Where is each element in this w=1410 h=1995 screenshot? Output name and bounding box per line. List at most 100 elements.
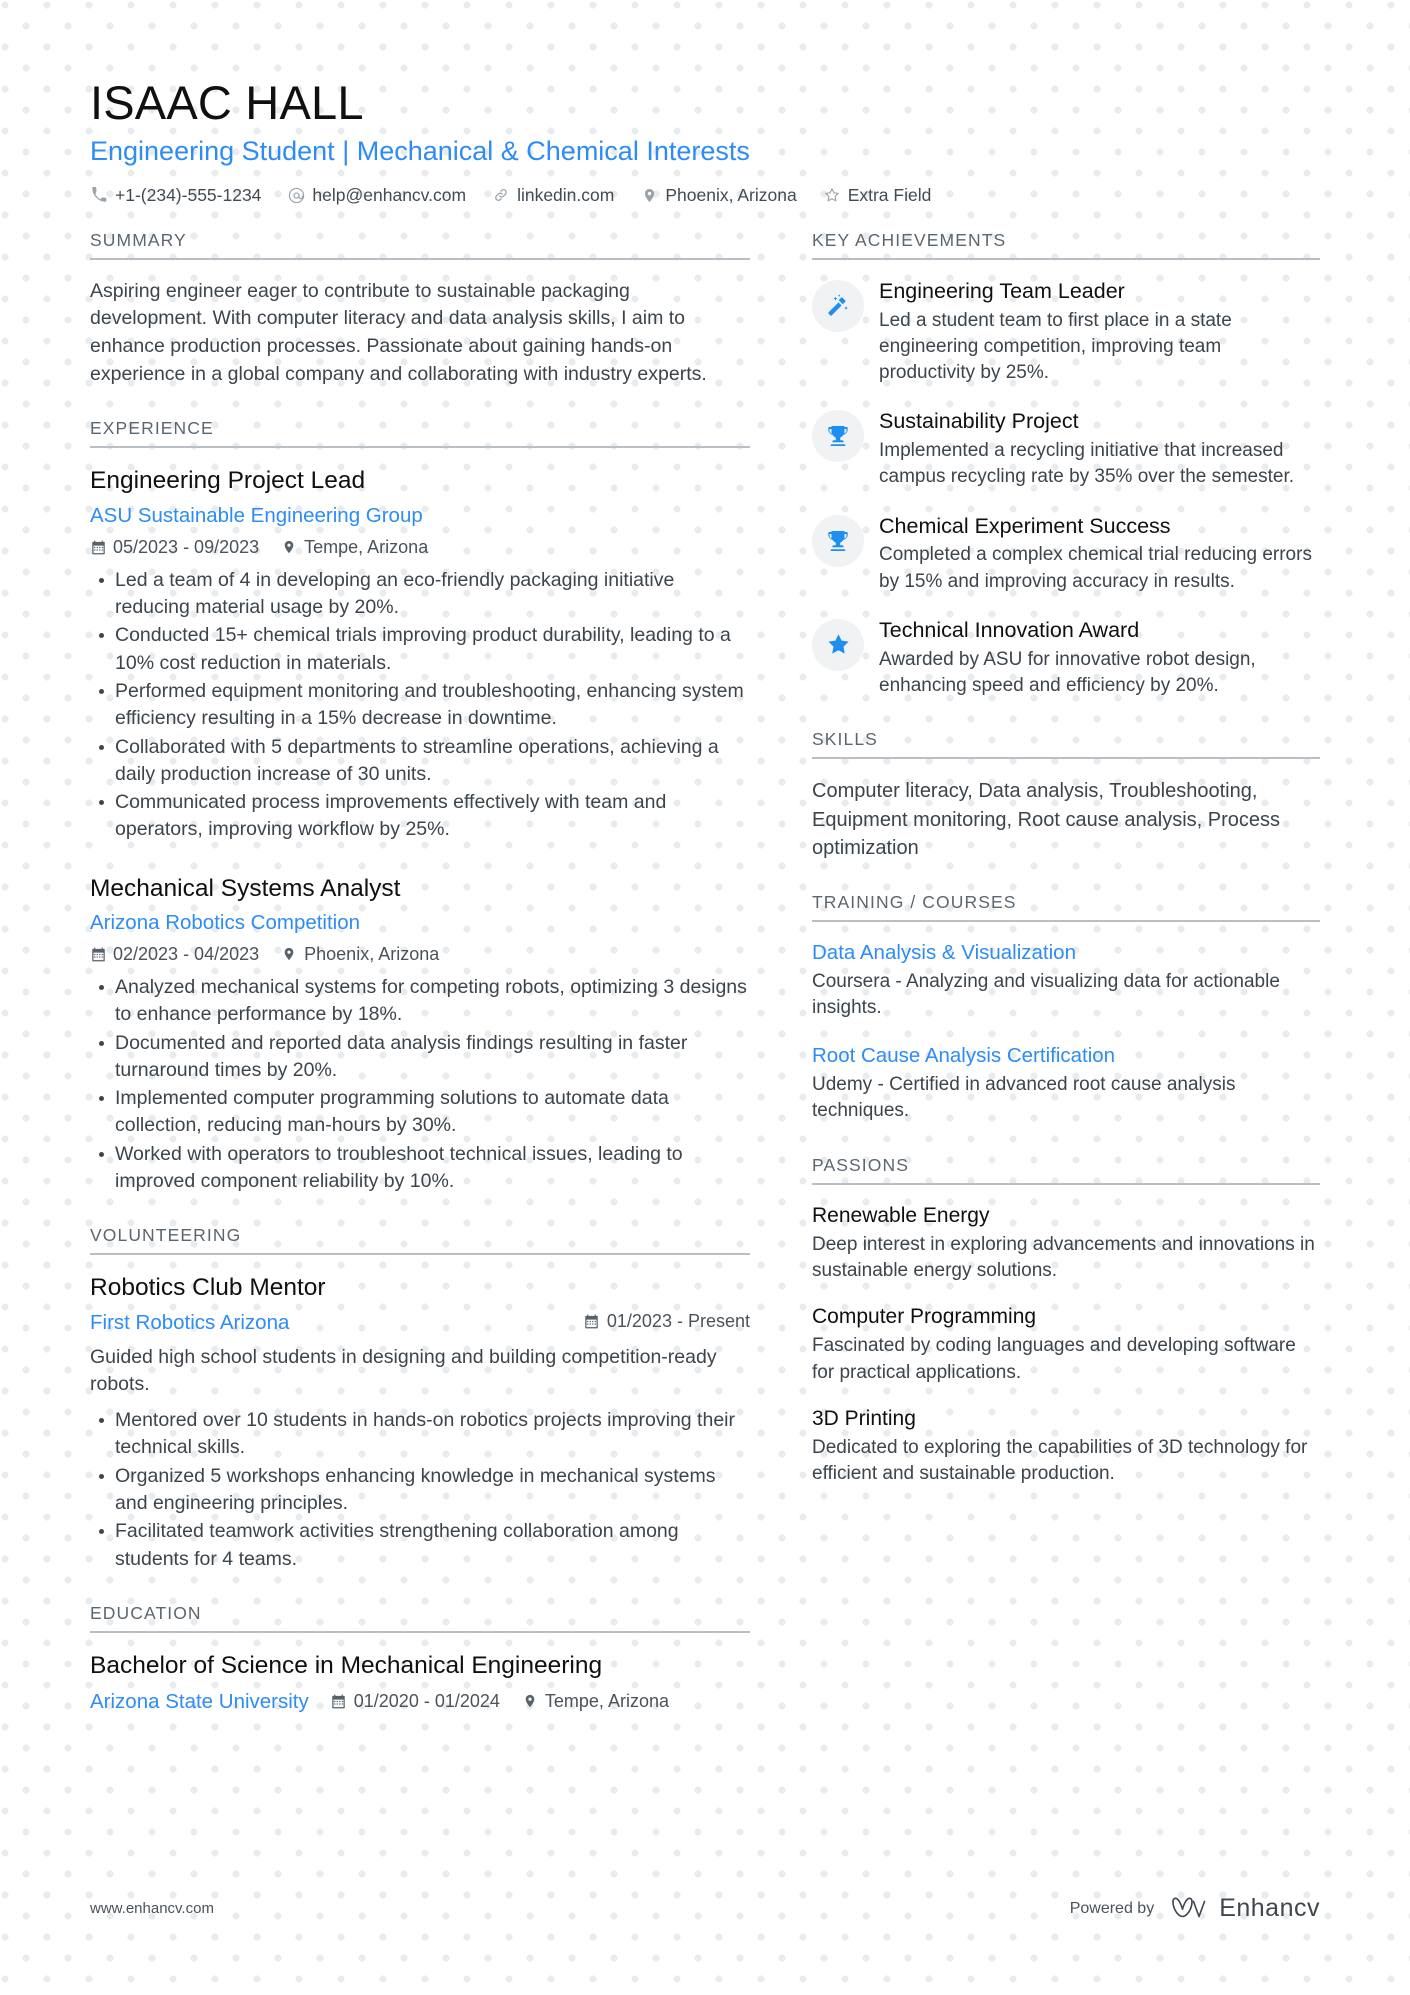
volunteering-dates-text: 01/2023 - Present (606, 1310, 750, 1331)
education-location: Tempe, Arizona (522, 1691, 669, 1712)
achievement-text: Implemented a recycling initiative that … (879, 440, 1295, 488)
enhancv-wordmark: Enhancv (1219, 1894, 1320, 1922)
summary-text: Aspiring engineer eager to contribute to… (90, 279, 707, 385)
bullet-item: Facilitated teamwork activities strength… (90, 1518, 750, 1573)
contact-extra-field[interactable]: Extra Field (823, 184, 932, 206)
achievement-text: Awarded by ASU for innovative robot desi… (879, 648, 1256, 696)
phone-icon (90, 186, 108, 204)
volunteering-org-row: First Robotics Arizona 01/2023 - Present (90, 1310, 750, 1336)
experience-role: Engineering Project Lead (90, 467, 366, 495)
contact-location[interactable]: Phoenix, Arizona (640, 184, 797, 206)
calendar-icon (584, 1313, 600, 1329)
bullet-item: Worked with operators to troubleshoot te… (90, 1141, 750, 1196)
volunteering-organization[interactable]: First Robotics Arizona (90, 1310, 289, 1336)
achievement-text: Completed a complex chemical trial reduc… (879, 544, 1312, 592)
candidate-headline: Engineering Student | Mechanical & Chemi… (90, 136, 750, 167)
contact-location-text: Phoenix, Arizona (665, 184, 797, 205)
magic-wand-icon (812, 279, 864, 332)
calendar-icon (90, 946, 106, 962)
section-training-courses: TRAINING / COURSES Data Analysis & Visua… (812, 892, 1320, 1124)
contact-extra-field-text: Extra Field (847, 184, 932, 205)
education-school[interactable]: Arizona State University (90, 1689, 309, 1715)
calendar-icon (90, 539, 106, 555)
footer-branding: Powered by Enhancv (1070, 1894, 1320, 1923)
experience-dates: 05/2023 - 09/2023 (90, 537, 259, 558)
experience-location-text: Phoenix, Arizona (304, 943, 440, 964)
section-title-training-courses: TRAINING / COURSES (812, 892, 1320, 923)
education-dates: 01/2020 - 01/2024 (331, 1691, 500, 1712)
calendar-icon (331, 1693, 347, 1709)
skills-text: Computer literacy, Data analysis, Troubl… (812, 780, 1281, 859)
course-name[interactable]: Root Cause Analysis Certification (812, 1043, 1320, 1069)
experience-organization[interactable]: ASU Sustainable Engineering Group (90, 503, 750, 529)
star-icon (812, 618, 864, 671)
passion-name: Computer Programming (812, 1305, 1037, 1329)
education-location-text: Tempe, Arizona (544, 1690, 669, 1711)
education-school-text: Arizona State University (90, 1689, 309, 1713)
bullet-item: Communicated process improvements effect… (90, 789, 750, 844)
experience-dates: 02/2023 - 04/2023 (90, 944, 259, 965)
achievement-title: Sustainability Project (879, 409, 1079, 434)
education-entry: Bachelor of Science in Mechanical Engine… (90, 1651, 750, 1714)
contact-phone-text: +1-(234)-555-1234 (115, 184, 262, 205)
passion-name: Renewable Energy (812, 1203, 990, 1227)
section-education: EDUCATION Bachelor of Science in Mechani… (90, 1603, 750, 1714)
experience-bullets: Analyzed mechanical systems for competin… (90, 974, 750, 1195)
bullet-item: Documented and reported data analysis fi… (90, 1030, 750, 1085)
section-title-skills: SKILLS (812, 729, 1320, 760)
section-title-volunteering: VOLUNTEERING (90, 1225, 750, 1256)
achievement-text: Led a student team to first place in a s… (879, 309, 1232, 384)
location-pin-icon (281, 946, 297, 962)
powered-by-label: Powered by (1069, 1899, 1155, 1917)
volunteering-bullets: Mentored over 10 students in hands-on ro… (90, 1407, 750, 1573)
enhancv-logo[interactable]: Enhancv (1170, 1894, 1320, 1923)
experience-organization[interactable]: Arizona Robotics Competition (90, 910, 750, 936)
experience-bullets: Led a team of 4 in developing an eco-fri… (90, 567, 750, 844)
footer-website-url[interactable]: www.enhancv.com (90, 1900, 214, 1917)
passion-name: 3D Printing (812, 1406, 916, 1430)
resume-page: ISAAC HALL Engineering Student | Mechani… (0, 0, 1410, 1995)
section-title-education: EDUCATION (90, 1603, 750, 1633)
experience-meta: 05/2023 - 09/2023 Tempe, Arizona (90, 537, 750, 558)
contact-link-text: linkedin.com (517, 184, 615, 205)
location-pin-icon (522, 1693, 538, 1709)
experience-location: Phoenix, Arizona (281, 944, 439, 965)
section-title-summary: SUMMARY (90, 230, 750, 260)
bullet-item: Organized 5 workshops enhancing knowledg… (90, 1463, 750, 1518)
course-name[interactable]: Data Analysis & Visualization (812, 940, 1320, 966)
education-meta: Arizona State University 01/2020 - 01/20… (90, 1689, 750, 1715)
experience-entry: Mechanical Systems Analyst Arizona Robot… (90, 874, 750, 1196)
section-skills: SKILLS Computer literacy, Data analysis,… (812, 729, 1320, 862)
contact-phone[interactable]: +1-(234)-555-1234 (90, 185, 261, 206)
achievement-item: Sustainability Project Implemented a rec… (812, 408, 1320, 490)
volunteering-description: Guided high school students in designing… (90, 1345, 717, 1395)
experience-dates-text: 02/2023 - 04/2023 (113, 943, 260, 964)
achievement-title: Chemical Experiment Success (879, 513, 1171, 538)
section-title-key-achievements: KEY ACHIEVEMENTS (812, 230, 1320, 260)
resume-columns: SUMMARY Aspiring engineer eager to contr… (0, 230, 1410, 1718)
passion-description: Fascinated by coding languages and devel… (812, 1335, 1296, 1383)
contact-email[interactable]: help@enhancv.com (287, 185, 466, 206)
achievement-title: Technical Innovation Award (879, 617, 1140, 642)
achievement-item: Chemical Experiment Success Completed a … (812, 513, 1320, 595)
left-column: SUMMARY Aspiring engineer eager to contr… (90, 230, 812, 1718)
bullet-item: Led a team of 4 in developing an eco-fri… (90, 567, 750, 622)
resume-footer: www.enhancv.com Powered by Enhancv (0, 1894, 1410, 1923)
passion-item: 3D Printing Dedicated to exploring the c… (812, 1406, 1320, 1488)
passion-item: Renewable Energy Deep interest in explor… (812, 1203, 1320, 1285)
course-description: Coursera - Analyzing and visualizing dat… (812, 971, 1280, 1019)
location-pin-icon (640, 186, 658, 204)
passion-description: Dedicated to exploring the capabilities … (812, 1437, 1308, 1485)
achievement-title: Engineering Team Leader (879, 278, 1125, 303)
bullet-item: Mentored over 10 students in hands-on ro… (90, 1407, 750, 1462)
passion-description: Deep interest in exploring advancements … (812, 1233, 1315, 1281)
course-item: Root Cause Analysis Certification Udemy … (812, 1043, 1320, 1124)
candidate-name: ISAAC HALL (90, 76, 364, 129)
passion-item: Computer Programming Fascinated by codin… (812, 1304, 1320, 1386)
resume-header: ISAAC HALL Engineering Student | Mechani… (0, 0, 1410, 206)
star-outline-icon (823, 186, 841, 204)
contact-link[interactable]: linkedin.com (492, 185, 614, 206)
bullet-item: Conducted 15+ chemical trials improving … (90, 622, 750, 677)
volunteering-dates: 01/2023 - Present (584, 1311, 750, 1332)
experience-location: Tempe, Arizona (281, 537, 428, 558)
